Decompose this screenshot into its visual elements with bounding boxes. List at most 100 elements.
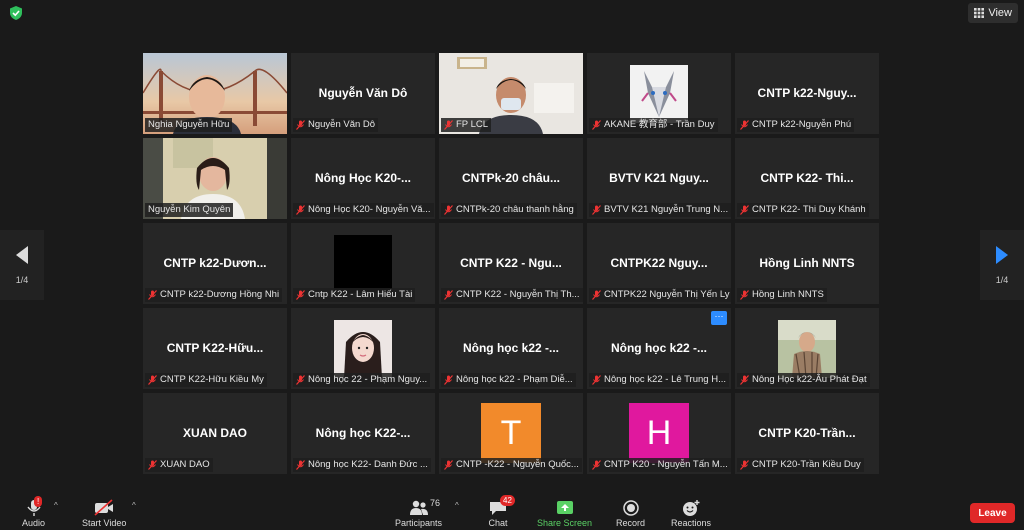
participant-name: CNTP K22-Hữu Kiều My	[160, 374, 264, 385]
more-options-button[interactable]: ···	[711, 311, 727, 325]
participant-tile[interactable]: Nông học K22-... Nông học K22- Danh Đức …	[291, 393, 435, 474]
reactions-button[interactable]: Reactions	[671, 499, 711, 528]
muted-mic-icon	[740, 290, 749, 300]
participant-tile[interactable]: CNTP K22 - Ngu... CNTP K22 - Nguyễn Thị …	[439, 223, 583, 304]
muted-mic-icon	[444, 205, 453, 215]
participant-name: Nông học 22 - Phạm Nguy...	[308, 374, 428, 385]
audio-warning-badge: !	[34, 496, 43, 507]
security-shield-icon[interactable]	[8, 5, 24, 21]
participant-display-name: CNTP k22-Nguy...	[757, 86, 857, 100]
muted-mic-icon	[444, 120, 453, 130]
participant-name: XUAN DAO	[160, 459, 210, 470]
audio-options-caret[interactable]: ^	[54, 501, 58, 510]
participant-tile[interactable]: CNTPk-20 châu... CNTPk-20 châu thanh hằn…	[439, 138, 583, 219]
participant-tile[interactable]: ··· Nông học k22 -... Nông học k22 - Lê …	[587, 308, 731, 389]
muted-mic-icon	[740, 375, 749, 385]
participant-tile[interactable]: CNTP K22- Thi... CNTP K22- Thi Duy Khánh	[735, 138, 879, 219]
participant-name: Nghia Nguyễn Hữu	[148, 119, 230, 130]
video-options-caret[interactable]: ^	[132, 501, 136, 510]
participant-tile[interactable]: CNTP k22-Dươn... CNTP k22-Dương Hồng Nhi	[143, 223, 287, 304]
participant-tile[interactable]: Nông Học K20-... Nông Học K20- Nguyễn Vă…	[291, 138, 435, 219]
video-off-icon	[94, 499, 114, 516]
participant-name: Hồng Linh NNTS	[752, 289, 824, 300]
participant-tile[interactable]: Cntp K22 - Lâm Hiếu Tài	[291, 223, 435, 304]
chat-label: Chat	[488, 518, 508, 528]
participant-display-name: CNTP K22-Hữu...	[166, 341, 264, 355]
participant-name: CNTP K20-Trần Kiều Duy	[752, 459, 861, 470]
muted-mic-icon	[296, 205, 305, 215]
grid-view-icon	[974, 8, 985, 18]
muted-mic-icon	[296, 120, 305, 130]
participant-display-name: CNTPk-20 châu...	[461, 171, 561, 185]
record-icon	[622, 500, 639, 516]
participant-name: CNTPK22 Nguyễn Thị Yến Ly	[604, 289, 730, 300]
muted-mic-icon	[296, 290, 305, 300]
participant-tile[interactable]: Nông Học k22-Âu Phát Đạt	[735, 308, 879, 389]
page-indicator-right: 1/4	[995, 275, 1009, 285]
participant-name: Nguyễn Văn Dô	[308, 119, 376, 130]
participant-display-name: Nông học k22 -...	[610, 341, 707, 355]
participant-tile[interactable]: Nông học k22 -... Nông học k22 - Phạm Di…	[439, 308, 583, 389]
participant-name: Nông học k22 - Lê Trung H...	[604, 374, 726, 385]
start-video-button[interactable]: Start Video	[82, 499, 126, 528]
muted-mic-icon	[740, 120, 749, 130]
next-page-button[interactable]: 1/4	[980, 230, 1024, 300]
muted-mic-icon	[740, 205, 749, 215]
muted-mic-icon	[592, 375, 601, 385]
participant-display-name: Nông học K22-...	[315, 426, 411, 440]
participant-tile-active-speaker[interactable]: Nguyễn Kim Quyên	[143, 138, 287, 219]
participant-tile[interactable]: Nghia Nguyễn Hữu	[143, 53, 287, 134]
previous-page-button[interactable]: 1/4	[0, 230, 44, 300]
participant-name: CNTP k22-Dương Hồng Nhi	[160, 289, 280, 300]
participant-tile[interactable]: BVTV K21 Nguy... BVTV K21 Nguyễn Trung N…	[587, 138, 731, 219]
muted-mic-icon	[592, 290, 601, 300]
muted-mic-icon	[592, 460, 601, 470]
participant-tile[interactable]: T CNTP -K22 - Nguyễn Quốc...	[439, 393, 583, 474]
participant-name: CNTP -K22 - Nguyễn Quốc...	[456, 459, 579, 470]
participant-display-name: CNTP K20-Trần...	[758, 426, 856, 440]
muted-mic-icon	[148, 375, 157, 385]
participant-tile[interactable]: Nông học 22 - Phạm Nguy...	[291, 308, 435, 389]
participant-display-name: CNTP k22-Dươn...	[163, 256, 267, 270]
participant-tile[interactable]: CNTP K22-Hữu... CNTP K22-Hữu Kiều My	[143, 308, 287, 389]
participants-options-caret[interactable]: ^	[455, 501, 459, 510]
participant-display-name: CNTP K22 - Ngu...	[460, 256, 562, 270]
record-button[interactable]: Record	[616, 499, 645, 528]
boy-avatar-image	[778, 320, 836, 378]
participant-tile[interactable]: XUAN DAO XUAN DAO	[143, 393, 287, 474]
wolf-avatar-image	[630, 65, 688, 123]
share-screen-label: Share Screen	[537, 518, 593, 528]
girl-avatar-image	[334, 320, 392, 378]
participant-name: Nông học k22 - Phạm Diễ...	[456, 374, 573, 385]
participant-display-name: BVTV K21 Nguy...	[609, 171, 709, 185]
participant-tile[interactable]: CNTP K20-Trần... CNTP K20-Trần Kiều Duy	[735, 393, 879, 474]
muted-mic-icon	[296, 460, 305, 470]
muted-mic-icon	[148, 460, 157, 470]
arrow-right-icon	[996, 246, 1008, 264]
participant-tile[interactable]: H CNTP K20 - Nguyễn Tấn M...	[587, 393, 731, 474]
participant-display-name: Hồng Linh NNTS	[759, 256, 855, 270]
participant-tile[interactable]: CNTPK22 Nguy... CNTPK22 Nguyễn Thị Yến L…	[587, 223, 731, 304]
participant-display-name: Nông Học K20-...	[314, 171, 411, 185]
participant-tile[interactable]: CNTP k22-Nguy... CNTP k22-Nguyễn Phú	[735, 53, 879, 134]
muted-mic-icon	[592, 120, 601, 130]
page-indicator-left: 1/4	[15, 275, 29, 285]
participant-tile[interactable]: AKANE 教育部 - Trần Duy	[587, 53, 731, 134]
muted-mic-icon	[740, 460, 749, 470]
participant-name: AKANE 教育部 - Trần Duy	[604, 119, 715, 130]
smiley-plus-icon	[683, 500, 700, 516]
participant-display-name: CNTPK22 Nguy...	[610, 256, 708, 270]
leave-button[interactable]: Leave	[970, 503, 1015, 523]
meeting-toolbar: Audio ! ^ Start Video ^ Participants 76 …	[0, 495, 1024, 530]
participant-tile[interactable]: Nguyễn Văn Dô Nguyễn Văn Dô	[291, 53, 435, 134]
share-screen-button[interactable]: Share Screen	[537, 499, 592, 528]
view-button[interactable]: View	[968, 3, 1018, 23]
participant-name: Nguyễn Kim Quyên	[148, 204, 231, 215]
participant-name: FP LCL	[456, 119, 489, 130]
participant-tile[interactable]: Hồng Linh NNTS Hồng Linh NNTS	[735, 223, 879, 304]
participant-tile[interactable]: FP LCL	[439, 53, 583, 134]
muted-mic-icon	[296, 375, 305, 385]
muted-mic-icon	[592, 205, 601, 215]
participants-count: 76	[430, 498, 441, 508]
participant-name: BVTV K21 Nguyễn Trung N...	[604, 204, 729, 215]
